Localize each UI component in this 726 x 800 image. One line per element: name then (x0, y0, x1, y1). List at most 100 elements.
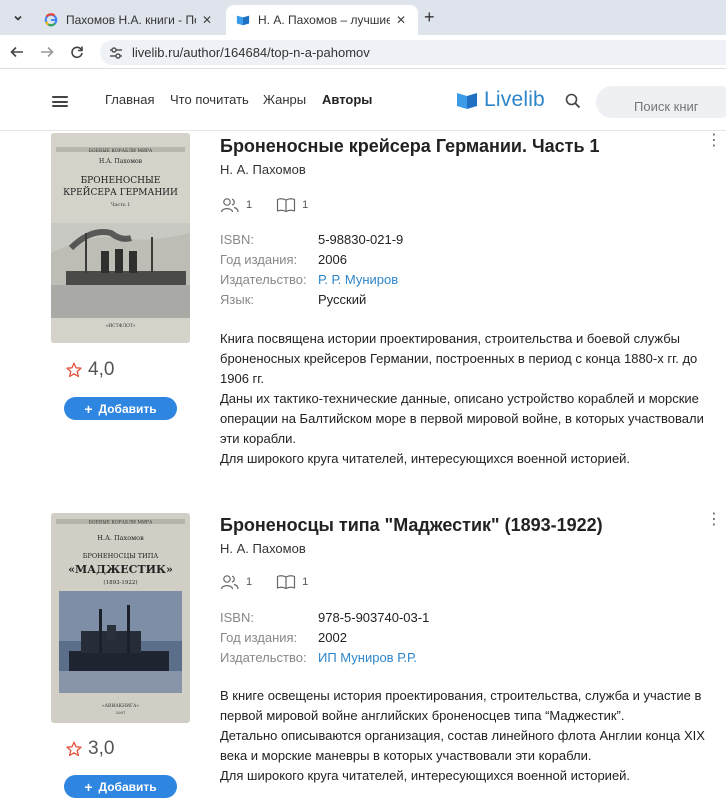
tab-close-icon[interactable]: ✕ (394, 13, 408, 27)
back-arrow-icon[interactable] (8, 43, 26, 61)
cover-year: 2007 (115, 710, 126, 715)
book-search-input[interactable] (596, 86, 726, 118)
book-stats: 1 1 (220, 197, 332, 213)
browser-toolbar: livelib.ru/author/164684/top-n-a-pahomov (0, 35, 726, 69)
open-book-icon (277, 575, 296, 590)
meta-value: 5-98830-021-9 (318, 232, 404, 247)
open-book-icon (277, 198, 296, 213)
cover-series: БОЕВЫЕ КОРАБЛИ МИРА (89, 148, 153, 154)
meta-row-isbn: ISBN: 5-98830-021-9 (220, 230, 403, 250)
cover-author: Н.А. Пахомов (97, 534, 144, 542)
meta-row-publisher: Издательство: Р. Р. Муниров (220, 270, 403, 290)
add-book-button[interactable]: + Добавить (64, 397, 177, 420)
description-paragraph: В книге освещены история проектирования,… (220, 688, 702, 723)
book-stats: 1 1 (220, 574, 332, 590)
browser-tab-livelib[interactable]: Н. А. Пахомов – лучшие книги ✕ (226, 5, 418, 35)
book-description: В книге освещены история проектирования,… (220, 686, 725, 786)
star-outline-icon[interactable] (66, 741, 82, 757)
book-description: Книга посвящена истории проектирования, … (220, 329, 725, 469)
meta-row-year: Год издания: 2002 (220, 628, 429, 648)
meta-value: 978-5-903740-03-1 (318, 610, 430, 625)
more-options-icon[interactable]: ⋮ (706, 133, 722, 149)
browser-tabstrip: Пахомов Н.А. книги - Поиск в ✕ Н. А. Пах… (0, 0, 726, 35)
book-cover-image[interactable]: БОЕВЫЕ КОРАБЛИ МИРА Н.А. Пахомов БРОНЕНО… (51, 133, 190, 343)
cover-publisher: «АВИАКНИГА» (102, 703, 140, 709)
plus-icon: + (84, 778, 93, 795)
meta-label: Год издания: (220, 252, 298, 267)
meta-label: Год издания: (220, 630, 298, 645)
add-button-label: Добавить (98, 779, 157, 794)
cover-series: БОЕВЫЕ КОРАБЛИ МИРА (89, 520, 153, 526)
readers-count: 1 (246, 199, 253, 211)
livelib-book-icon (236, 15, 250, 26)
cover-part: (1893-1922) (103, 579, 137, 586)
meta-row-publisher: Издательство: ИП Муниров Р.Р. (220, 648, 429, 668)
plus-icon: + (84, 400, 93, 417)
cover-title-line2: «МАДЖЕСТИК» (68, 563, 173, 576)
rating-value: 3,0 (88, 738, 115, 759)
reload-icon[interactable] (68, 43, 86, 61)
book-card: БОЕВЫЕ КОРАБЛИ МИРА Н.А. Пахомов БРОНЕНО… (0, 131, 726, 501)
nav-genres[interactable]: Жанры (263, 92, 306, 107)
livelib-book-icon (457, 93, 477, 109)
book-cover-image[interactable]: БОЕВЫЕ КОРАБЛИ МИРА Н.А. Пахомов БРОНЕНО… (51, 513, 190, 723)
cover-title-line2: КРЕЙСЕРА ГЕРМАНИИ (63, 186, 178, 198)
description-paragraph: Для широкого круга читателей, интересующ… (220, 451, 631, 466)
book-author[interactable]: Н. А. Пахомов (220, 162, 306, 177)
livelib-logo[interactable]: Livelib (456, 88, 545, 112)
readers-icon (220, 575, 239, 590)
publisher-link[interactable]: Р. Р. Муниров (318, 270, 398, 290)
readers-icon (220, 198, 239, 213)
description-paragraph: Для широкого круга читателей, интересующ… (220, 768, 631, 783)
meta-row-language: Язык: Русский (220, 290, 403, 310)
address-bar[interactable]: livelib.ru/author/164684/top-n-a-pahomov (100, 40, 726, 65)
nav-home[interactable]: Главная (105, 92, 154, 107)
reviews-count: 1 (302, 576, 309, 588)
add-button-label: Добавить (98, 401, 157, 416)
meta-row-isbn: ISBN: 978-5-903740-03-1 (220, 608, 429, 628)
meta-label: Язык: (220, 292, 254, 307)
nav-what-to-read[interactable]: Что почитать (170, 92, 249, 107)
new-tab-plus-icon[interactable]: + (424, 8, 435, 26)
url-text: livelib.ru/author/164684/top-n-a-pahomov (132, 45, 370, 60)
tab-search-chevron-icon[interactable] (8, 8, 28, 28)
more-options-icon[interactable]: ⋮ (706, 512, 722, 528)
book-rating: 3,0 (66, 738, 114, 760)
google-g-icon (44, 13, 58, 27)
description-paragraph: Даны их тактико-технические данные, опис… (220, 391, 704, 446)
description-paragraph: Книга посвящена истории проектирования, … (220, 331, 698, 386)
description-paragraph: Детально описываются организация, состав… (220, 728, 705, 763)
meta-value: Русский (318, 292, 367, 307)
book-card: БОЕВЫЕ КОРАБЛИ МИРА Н.А. Пахомов БРОНЕНО… (0, 510, 726, 800)
book-author[interactable]: Н. А. Пахомов (220, 541, 306, 556)
book-title[interactable]: Броненосцы типа "Маджестик" (1893-1922) (220, 515, 603, 536)
book-meta: ISBN: 5-98830-021-9 Год издания: 2006 Из… (220, 230, 403, 310)
forward-arrow-icon[interactable] (38, 43, 56, 61)
meta-value: 2006 (318, 252, 347, 267)
meta-row-year: Год издания: 2006 (220, 250, 403, 270)
nav-authors[interactable]: Авторы (322, 92, 372, 107)
book-rating: 4,0 (66, 359, 114, 381)
cover-author: Н.А. Пахомов (99, 158, 143, 165)
meta-label: Издательство: (220, 650, 307, 665)
star-outline-icon[interactable] (66, 362, 82, 378)
meta-label: Издательство: (220, 272, 307, 287)
site-header: Главная Что почитать Жанры Авторы Liveli… (0, 69, 726, 131)
site-settings-icon[interactable] (108, 45, 124, 61)
logo-text: Livelib (484, 88, 545, 111)
cover-title-line1: БРОНЕНОСНЫЕ (81, 176, 161, 186)
meta-label: ISBN: (220, 610, 254, 625)
meta-label: ISBN: (220, 232, 254, 247)
book-meta: ISBN: 978-5-903740-03-1 Год издания: 200… (220, 608, 429, 668)
publisher-link[interactable]: ИП Муниров Р.Р. (318, 648, 417, 668)
add-book-button[interactable]: + Добавить (64, 775, 177, 798)
browser-tab-google[interactable]: Пахомов Н.А. книги - Поиск в ✕ (34, 5, 224, 35)
reviews-count: 1 (302, 199, 309, 211)
hamburger-menu-icon[interactable] (52, 96, 68, 107)
search-icon[interactable] (565, 93, 581, 109)
tab-title: Н. А. Пахомов – лучшие книги (258, 13, 390, 27)
cover-publisher: «ИСТФЛОТ» (105, 323, 135, 329)
tab-title: Пахомов Н.А. книги - Поиск в (66, 13, 196, 27)
book-title[interactable]: Броненосные крейсера Германии. Часть 1 (220, 136, 600, 157)
tab-close-icon[interactable]: ✕ (200, 13, 214, 27)
